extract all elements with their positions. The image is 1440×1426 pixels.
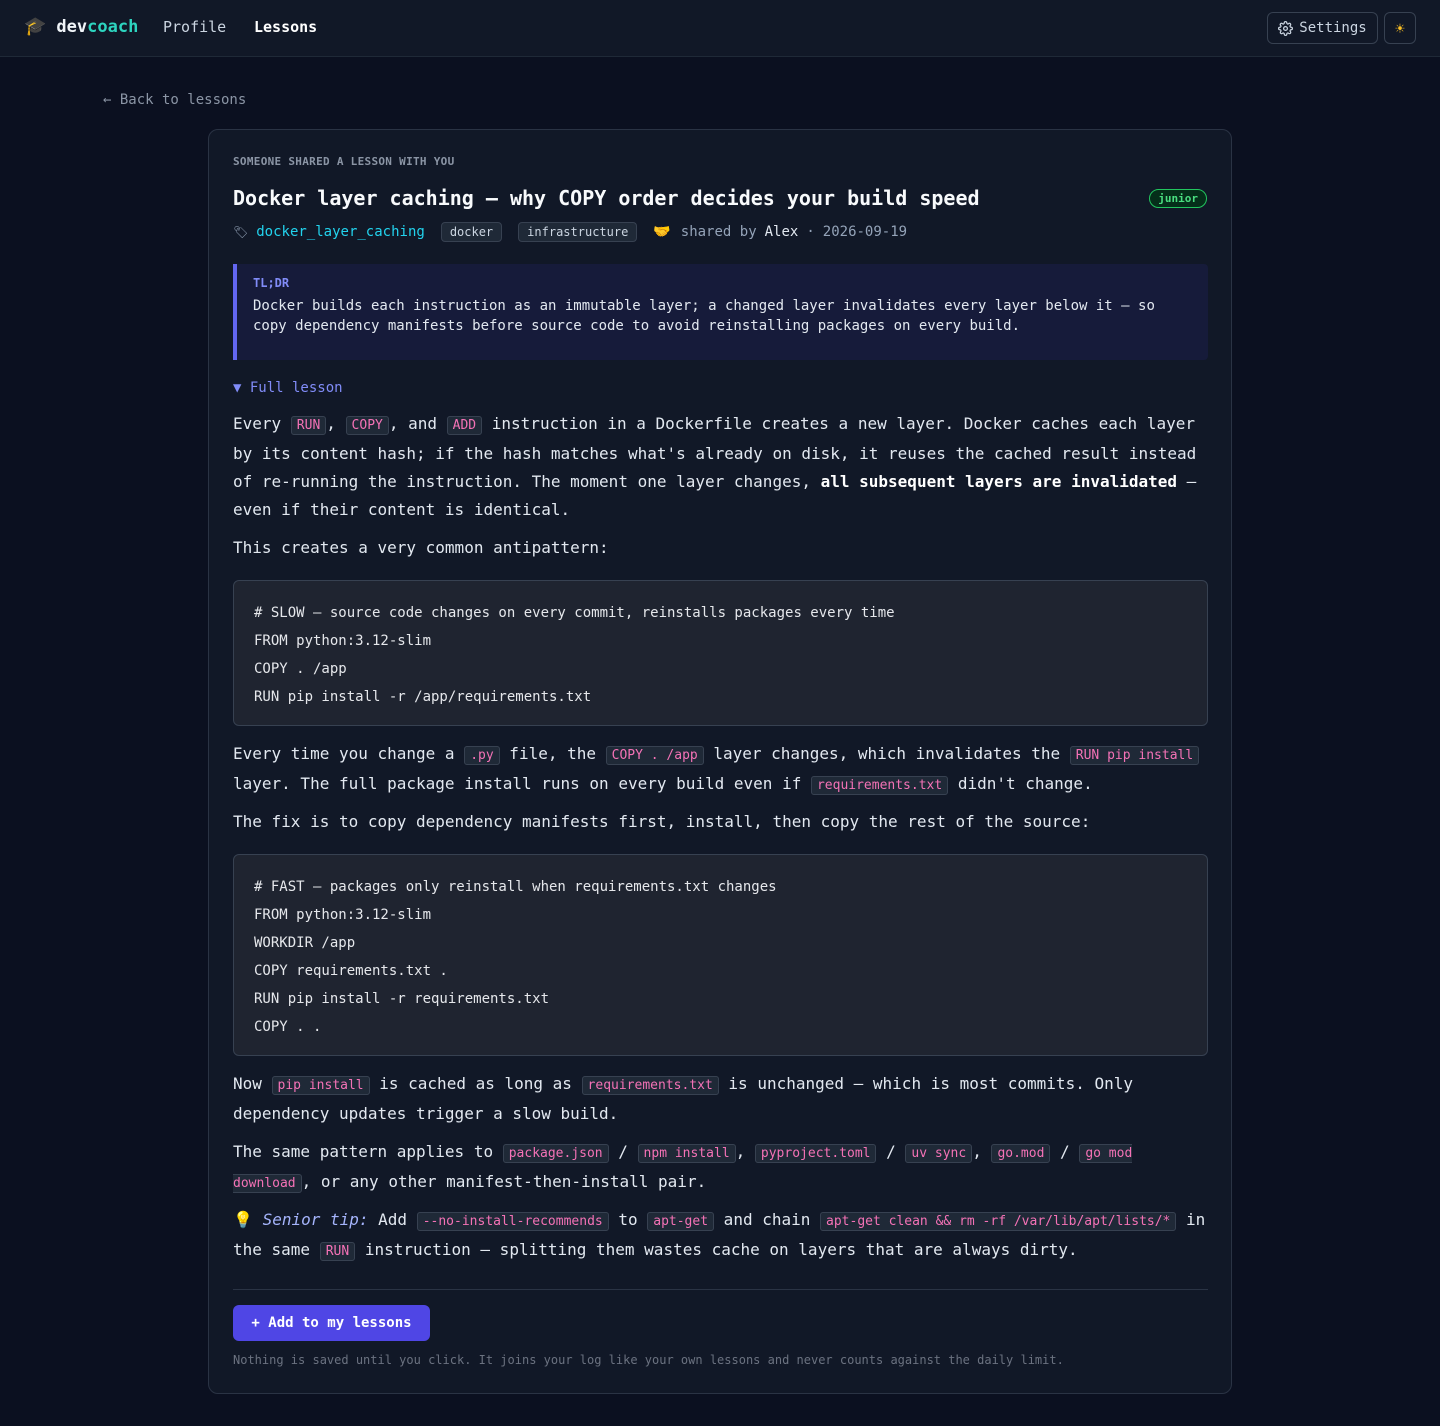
code-line: # FAST — packages only reinstall when re… xyxy=(254,879,777,895)
theme-toggle-button[interactable]: ☀ xyxy=(1384,12,1416,44)
inline-code: RUN xyxy=(290,416,327,435)
code-line: COPY . /app xyxy=(254,661,347,677)
top-navbar: 🎓 dev coach Profile Lessons Settings ☀ xyxy=(0,0,1440,57)
inline-code: package.json xyxy=(502,1144,609,1163)
inline-code: .py xyxy=(464,746,500,765)
brand-name-dev: dev xyxy=(56,16,88,37)
shared-date: 2026-09-19 xyxy=(822,224,908,240)
inline-code: COPY . /app xyxy=(605,746,704,765)
code-block-fast: # FAST — packages only reinstall when re… xyxy=(233,854,1208,1056)
lesson-paragraph-2: This creates a very common antipattern: xyxy=(233,538,609,557)
code-line: COPY requirements.txt . xyxy=(254,963,448,979)
shared-notice: SOMEONE SHARED A LESSON WITH YOU xyxy=(233,155,455,168)
tldr-text: Docker builds each instruction as an imm… xyxy=(253,298,1155,334)
inline-code: ADD xyxy=(446,416,483,435)
tip-label: Senior tip: xyxy=(262,1210,369,1229)
gear-icon xyxy=(1278,20,1294,36)
lesson-title: Docker layer caching — why COPY order de… xyxy=(233,186,980,210)
tldr-callout: TL;DR Docker builds each instruction as … xyxy=(233,264,1208,360)
inline-code: requirements.txt xyxy=(810,776,949,795)
nav-profile-link[interactable]: Profile xyxy=(163,18,226,36)
full-lesson-toggle[interactable]: ▼ Full lesson xyxy=(233,380,343,396)
inline-code: go.mod xyxy=(991,1144,1051,1163)
code-line: RUN pip install -r requirements.txt xyxy=(254,991,550,1007)
brand-logo[interactable]: 🎓 dev coach xyxy=(24,16,138,37)
sun-icon: ☀ xyxy=(1395,18,1405,38)
settings-label: Settings xyxy=(1299,20,1367,36)
lesson-paragraph-1: Every RUN, COPY, and ADD instruction in … xyxy=(233,414,1197,519)
lesson-paragraph-6: The same pattern applies to package.json… xyxy=(233,1142,1133,1193)
graduation-cap-icon: 🎓 xyxy=(24,16,47,37)
inline-code: RUN xyxy=(319,1242,356,1261)
save-footnote: Nothing is saved until you click. It joi… xyxy=(233,1353,1064,1367)
code-block-slow: # SLOW — source code changes on every co… xyxy=(233,580,1208,726)
brand-name-coach: coach xyxy=(87,16,139,37)
inline-code: apt-get xyxy=(647,1212,715,1231)
tag-chip-infrastructure[interactable]: infrastructure xyxy=(518,222,638,242)
inline-code: RUN pip install xyxy=(1069,746,1200,765)
back-to-lessons-link[interactable]: ← Back to lessons xyxy=(103,92,246,108)
lesson-paragraph-5: Now pip install is cached as long as req… xyxy=(233,1074,1133,1123)
inline-code: pyproject.toml xyxy=(754,1144,877,1163)
add-to-my-lessons-button[interactable]: + Add to my lessons xyxy=(233,1305,430,1341)
inline-code: uv sync xyxy=(905,1144,973,1163)
tldr-label: TL;DR xyxy=(253,276,290,290)
code-line: FROM python:3.12-slim xyxy=(254,633,432,649)
lesson-paragraph-4: The fix is to copy dependency manifests … xyxy=(233,812,1091,831)
settings-button[interactable]: Settings xyxy=(1267,12,1378,44)
tag-icon: 🏷 xyxy=(233,225,249,239)
code-line: COPY . . xyxy=(254,1019,322,1035)
code-line: RUN pip install -r /app/requirements.txt xyxy=(254,689,592,705)
shared-lesson-card: SOMEONE SHARED A LESSON WITH YOU Docker … xyxy=(208,129,1232,1394)
lesson-slug-link[interactable]: docker_layer_caching xyxy=(256,224,425,240)
inline-code: npm install xyxy=(637,1144,736,1163)
emphasis-text: all subsequent layers are invalidated xyxy=(820,472,1178,491)
nav-lessons-link[interactable]: Lessons xyxy=(254,18,317,36)
code-line: WORKDIR /app xyxy=(254,935,356,951)
inline-code: pip install xyxy=(271,1076,370,1095)
senior-tip: 💡 Senior tip: Add --no-install-recommend… xyxy=(233,1210,1206,1261)
inline-code: requirements.txt xyxy=(581,1076,719,1095)
shared-by-label: shared by xyxy=(680,224,757,240)
inline-code: --no-install-recommends xyxy=(416,1212,609,1231)
tag-chip-docker[interactable]: docker xyxy=(440,222,503,242)
divider xyxy=(233,1289,1208,1290)
lesson-paragraph-3: Every time you change a .py file, the CO… xyxy=(233,740,1213,800)
inline-code: COPY xyxy=(345,416,389,435)
code-line: # SLOW — source code changes on every co… xyxy=(254,605,895,621)
lesson-meta: 🏷 docker_layer_caching docker infrastruc… xyxy=(233,222,907,242)
inline-code: apt-get clean && rm -rf /var/lib/apt/lis… xyxy=(820,1212,1177,1231)
code-line: FROM python:3.12-slim xyxy=(254,907,432,923)
author-name: Alex xyxy=(764,224,799,240)
level-badge: junior xyxy=(1149,189,1207,208)
handshake-icon: 🤝 xyxy=(653,224,671,240)
meta-separator: · xyxy=(806,224,815,240)
lightbulb-icon: 💡 xyxy=(233,1210,253,1229)
